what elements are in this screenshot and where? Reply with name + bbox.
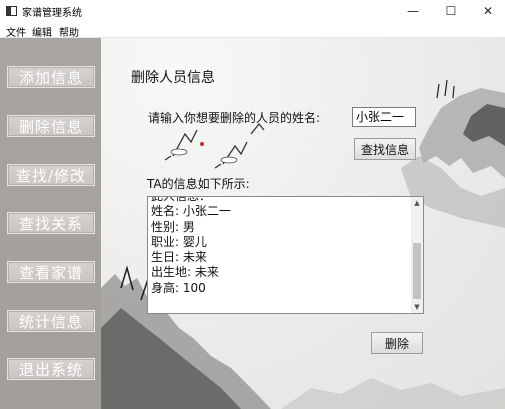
menu-help[interactable]: 帮助 <box>59 24 79 39</box>
scroll-up-icon[interactable]: ▲ <box>411 197 423 209</box>
info-line-birthplace: 出生地: 未来 <box>151 265 219 280</box>
info-line-name: 姓名: 小张二一 <box>151 204 231 219</box>
info-line-gender: 性别: 男 <box>151 219 195 234</box>
vertical-scrollbar[interactable]: ▲ ▼ <box>411 197 423 313</box>
app-window-icon <box>6 6 17 16</box>
scroll-down-icon[interactable]: ▼ <box>411 301 423 313</box>
sidebar-item-view-tree[interactable]: 查看家谱 <box>7 261 95 283</box>
sidebar-item-find-relation[interactable]: 查找关系 <box>7 212 95 234</box>
window-title: 家谱管理系统 <box>22 8 82 19</box>
minimize-button[interactable]: — <box>396 0 430 22</box>
maximize-button[interactable]: ☐ <box>434 0 468 22</box>
sidebar-item-delete-info[interactable]: 删除信息 <box>7 115 95 137</box>
page-title: 删除人员信息 <box>131 70 215 86</box>
info-line-birthday: 生日: 未来 <box>151 250 207 265</box>
sidebar-item-statistics[interactable]: 统计信息 <box>7 310 95 332</box>
scroll-thumb[interactable] <box>413 243 421 299</box>
menu-bar: 文件 编辑 帮助 <box>0 22 505 39</box>
title-bar: 家谱管理系统 — ☐ ✕ <box>0 0 505 22</box>
close-button[interactable]: ✕ <box>471 0 505 22</box>
sidebar-item-exit[interactable]: 退出系统 <box>7 358 95 380</box>
delete-button[interactable]: 删除 <box>371 332 423 354</box>
info-line-height: 身高: 100 <box>151 280 206 295</box>
info-line-occupation: 职业: 婴儿 <box>151 234 207 249</box>
menu-edit[interactable]: 编辑 <box>32 24 52 39</box>
sidebar-item-add-info[interactable]: 添加信息 <box>7 66 95 88</box>
info-textarea[interactable]: 此人信息： 姓名: 小张二一 性别: 男 职业: 婴儿 生日: 未来 出生地: … <box>147 196 424 314</box>
name-prompt-label: 请输入你想要删除的人员的姓名: <box>148 111 321 125</box>
name-input[interactable]: 小张二一 <box>352 107 416 127</box>
find-info-button[interactable]: 查找信息 <box>354 138 416 160</box>
info-label: TA的信息如下所示: <box>147 177 250 191</box>
sidebar-item-find-modify[interactable]: 查找/修改 <box>7 164 95 186</box>
menu-file[interactable]: 文件 <box>6 24 26 39</box>
